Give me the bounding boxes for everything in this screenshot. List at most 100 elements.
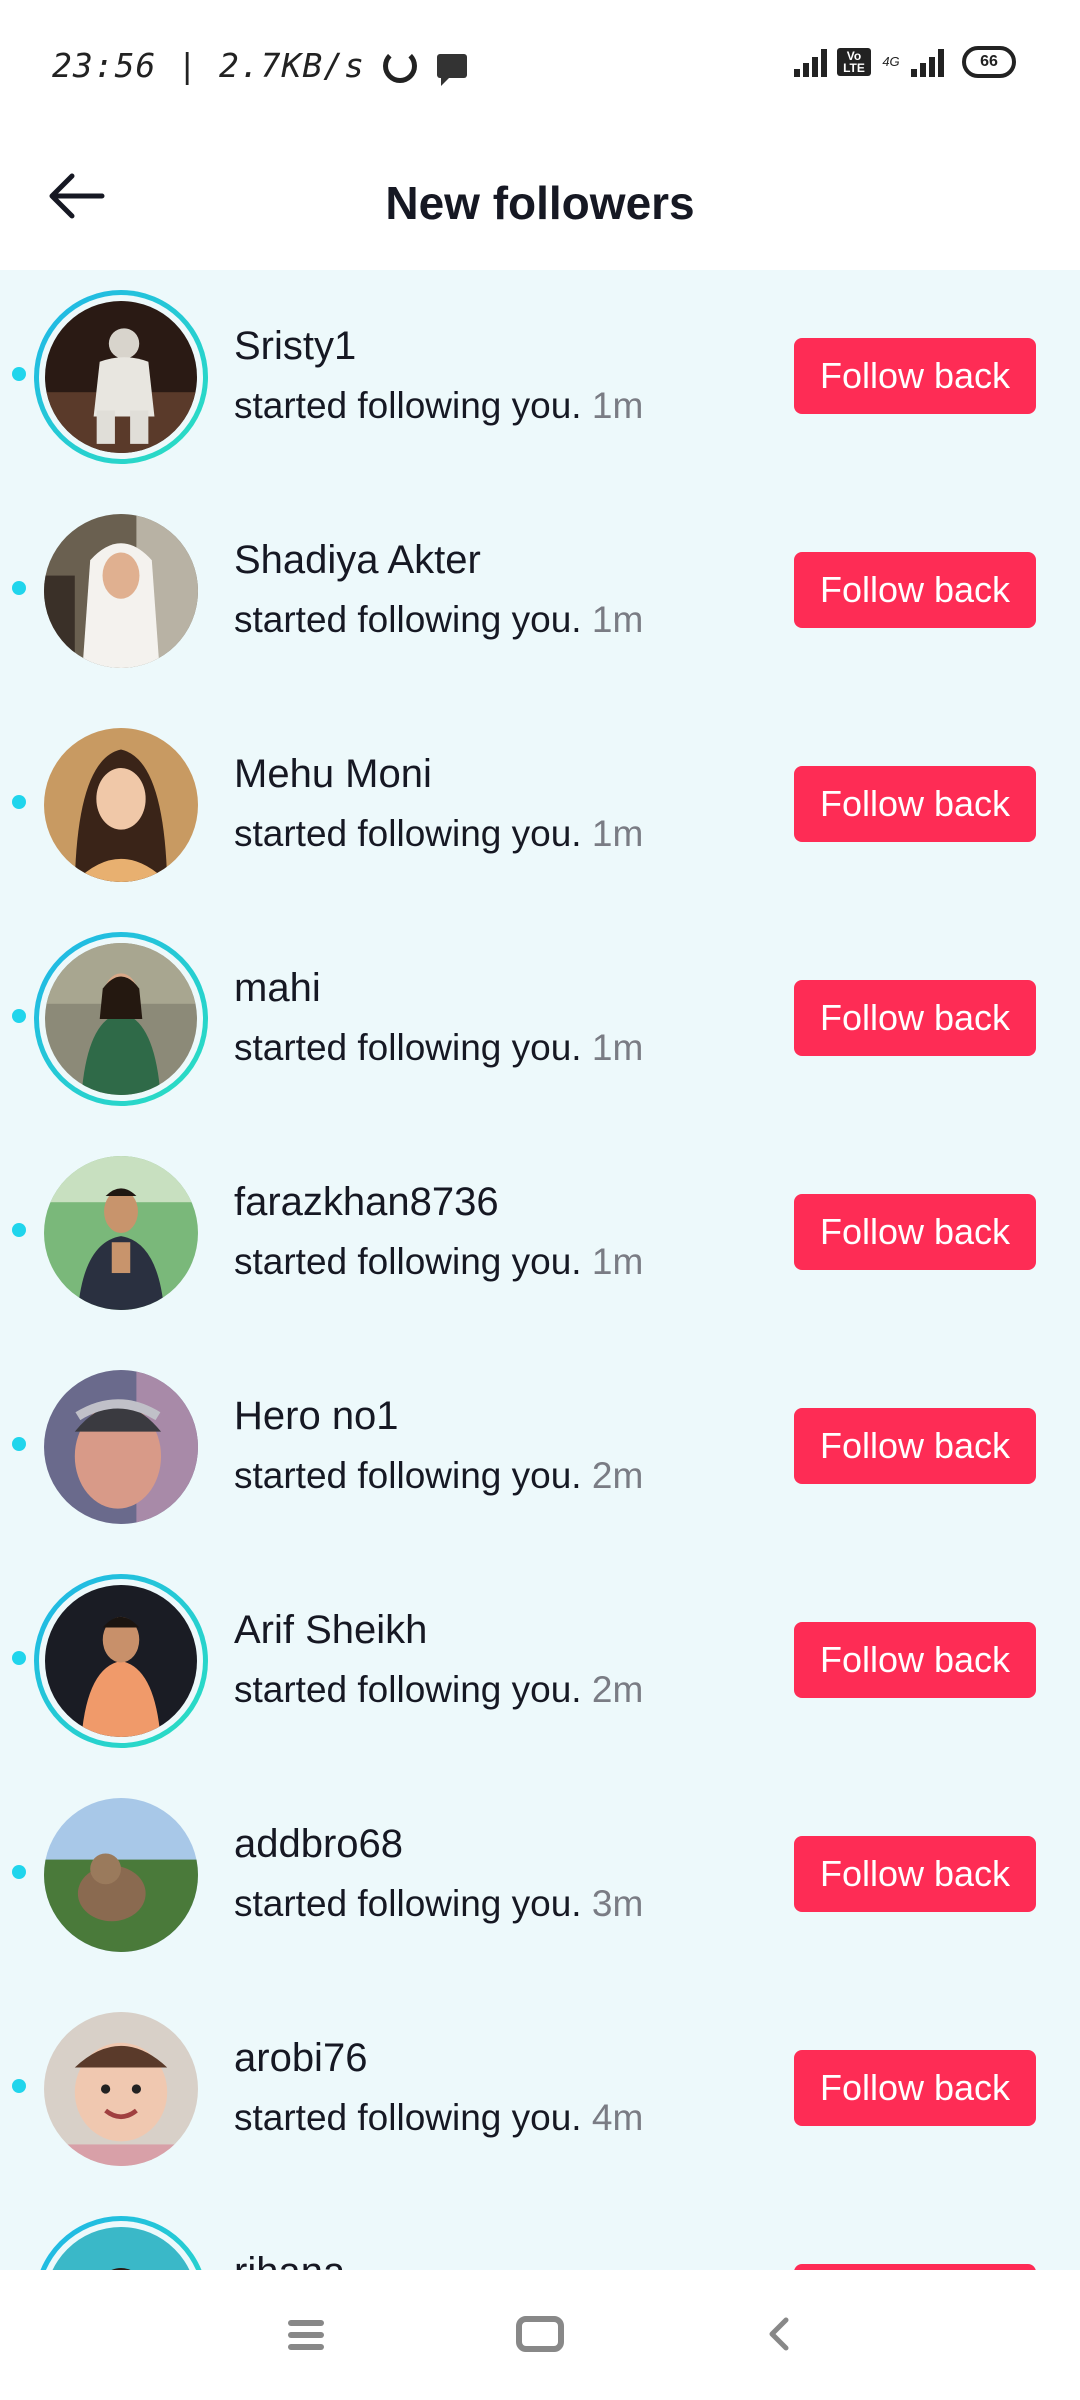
list-item[interactable]: Arif Sheikh started following you. 2m Fo…: [0, 1554, 1080, 1768]
time-ago: 1m: [591, 385, 644, 426]
list-item[interactable]: mahi started following you. 1m Follow ba…: [0, 912, 1080, 1126]
follow-back-button[interactable]: Follow back: [794, 766, 1036, 842]
activity-text: started following you. 1m: [234, 599, 643, 641]
activity-text: started following you. 1m: [234, 1241, 643, 1283]
user-name[interactable]: Shadiya Akter: [234, 538, 481, 583]
status-left: 23:56 | 2.7KB/s: [52, 46, 468, 86]
user-name[interactable]: rihana: [234, 2250, 345, 2270]
activity-label: started following you.: [234, 1027, 582, 1068]
avatar-image: [45, 301, 197, 453]
page-title: New followers: [385, 177, 695, 229]
avatar[interactable]: [34, 932, 208, 1106]
follow-back-button[interactable]: Follow back: [794, 1622, 1036, 1698]
unread-dot: [12, 795, 26, 809]
unread-dot: [12, 1223, 26, 1237]
time-ago: 1m: [591, 1241, 644, 1282]
list-item[interactable]: addbro68 started following you. 3m Follo…: [0, 1768, 1080, 1982]
follow-back-button[interactable]: Follow back: [794, 338, 1036, 414]
menu-icon[interactable]: [288, 2320, 324, 2350]
volte-icon: Vo LTE: [837, 48, 871, 76]
activity-text: started following you. 1m: [234, 385, 643, 427]
user-name[interactable]: mahi: [234, 966, 321, 1011]
user-name[interactable]: Sristy1: [234, 324, 356, 369]
unread-dot: [12, 581, 26, 595]
avatar-image: [44, 514, 198, 668]
list-item[interactable]: Sristy1 started following you. 1m Follow…: [0, 270, 1080, 484]
activity-text: started following you. 2m: [234, 1669, 643, 1711]
activity-label: started following you.: [234, 2097, 582, 2138]
unread-dot: [12, 1009, 26, 1023]
home-icon[interactable]: [516, 2316, 564, 2352]
list-item[interactable]: arobi76 started following you. 4m Follow…: [0, 1982, 1080, 2196]
unread-dot: [12, 367, 26, 381]
follower-list[interactable]: Sristy1 started following you. 1m Follow…: [0, 270, 1080, 2270]
time-ago: 2m: [591, 1669, 644, 1710]
activity-text: started following you. 4m: [234, 2097, 643, 2139]
avatar[interactable]: [34, 504, 208, 678]
list-item[interactable]: Hero no1 started following you. 2m Follo…: [0, 1340, 1080, 1554]
activity-label: started following you.: [234, 1669, 582, 1710]
avatar[interactable]: [34, 1360, 208, 1534]
unread-dot: [12, 1437, 26, 1451]
avatar[interactable]: [34, 290, 208, 464]
avatar[interactable]: [34, 1146, 208, 1320]
list-item[interactable]: rihana: [0, 2196, 1080, 2270]
follow-back-button[interactable]: Follow back: [794, 1836, 1036, 1912]
avatar[interactable]: [34, 718, 208, 892]
time-ago: 2m: [591, 1455, 644, 1496]
status-right: Vo LTE 4G 66: [794, 46, 1016, 78]
user-name[interactable]: Hero no1: [234, 1394, 399, 1439]
status-time-speed: 23:56 | 2.7KB/s: [52, 46, 366, 85]
activity-label: started following you.: [234, 1883, 582, 1924]
avatar-image: [45, 1585, 197, 1737]
time-ago: 1m: [591, 1027, 644, 1068]
avatar[interactable]: [34, 1574, 208, 1748]
activity-text: started following you. 2m: [234, 1455, 643, 1497]
avatar[interactable]: [34, 1788, 208, 1962]
avatar[interactable]: [34, 2216, 208, 2270]
time-ago: 4m: [591, 2097, 644, 2138]
battery-icon: 66: [962, 46, 1016, 78]
avatar-image: [44, 1156, 198, 1310]
activity-label: started following you.: [234, 599, 582, 640]
network-type-icon: 4G: [882, 54, 900, 69]
activity-label: started following you.: [234, 813, 582, 854]
time-ago: 1m: [591, 813, 644, 854]
list-item[interactable]: Mehu Moni started following you. 1m Foll…: [0, 698, 1080, 912]
time-ago: 3m: [591, 1883, 644, 1924]
unread-dot: [12, 1651, 26, 1665]
user-name[interactable]: farazkhan8736: [234, 1180, 499, 1225]
avatar-image: [45, 2227, 197, 2270]
unread-dot: [12, 1865, 26, 1879]
follow-back-button[interactable]: Follow back: [794, 1194, 1036, 1270]
time-ago: 1m: [591, 599, 644, 640]
message-icon: [437, 53, 468, 86]
activity-label: started following you.: [234, 385, 582, 426]
unread-dot: [12, 2079, 26, 2093]
activity-label: started following you.: [234, 1241, 582, 1282]
list-item[interactable]: Shadiya Akter started following you. 1m …: [0, 484, 1080, 698]
avatar-image: [44, 728, 198, 882]
avatar-image: [44, 2012, 198, 2166]
follow-back-button[interactable]: Follow back: [794, 980, 1036, 1056]
activity-text: started following you. 1m: [234, 813, 643, 855]
activity-text: started following you. 1m: [234, 1027, 643, 1069]
system-nav-bar: [0, 2270, 1080, 2400]
header: New followers: [0, 130, 1080, 270]
user-name[interactable]: Arif Sheikh: [234, 1608, 427, 1653]
avatar-image: [44, 1370, 198, 1524]
sync-icon: [383, 48, 418, 83]
signal-icon: [794, 47, 827, 77]
avatar-image: [44, 1798, 198, 1952]
follow-back-button[interactable]: Follow back: [794, 552, 1036, 628]
follow-back-button[interactable]: Follow back: [794, 2050, 1036, 2126]
follow-back-button[interactable]: Follow back: [794, 1408, 1036, 1484]
user-name[interactable]: arobi76: [234, 2036, 367, 2081]
list-item[interactable]: farazkhan8736 started following you. 1m …: [0, 1126, 1080, 1340]
user-name[interactable]: Mehu Moni: [234, 752, 432, 797]
back-icon[interactable]: [760, 2314, 800, 2354]
activity-text: started following you. 3m: [234, 1883, 643, 1925]
avatar[interactable]: [34, 2002, 208, 2176]
activity-label: started following you.: [234, 1455, 582, 1496]
user-name[interactable]: addbro68: [234, 1822, 403, 1867]
